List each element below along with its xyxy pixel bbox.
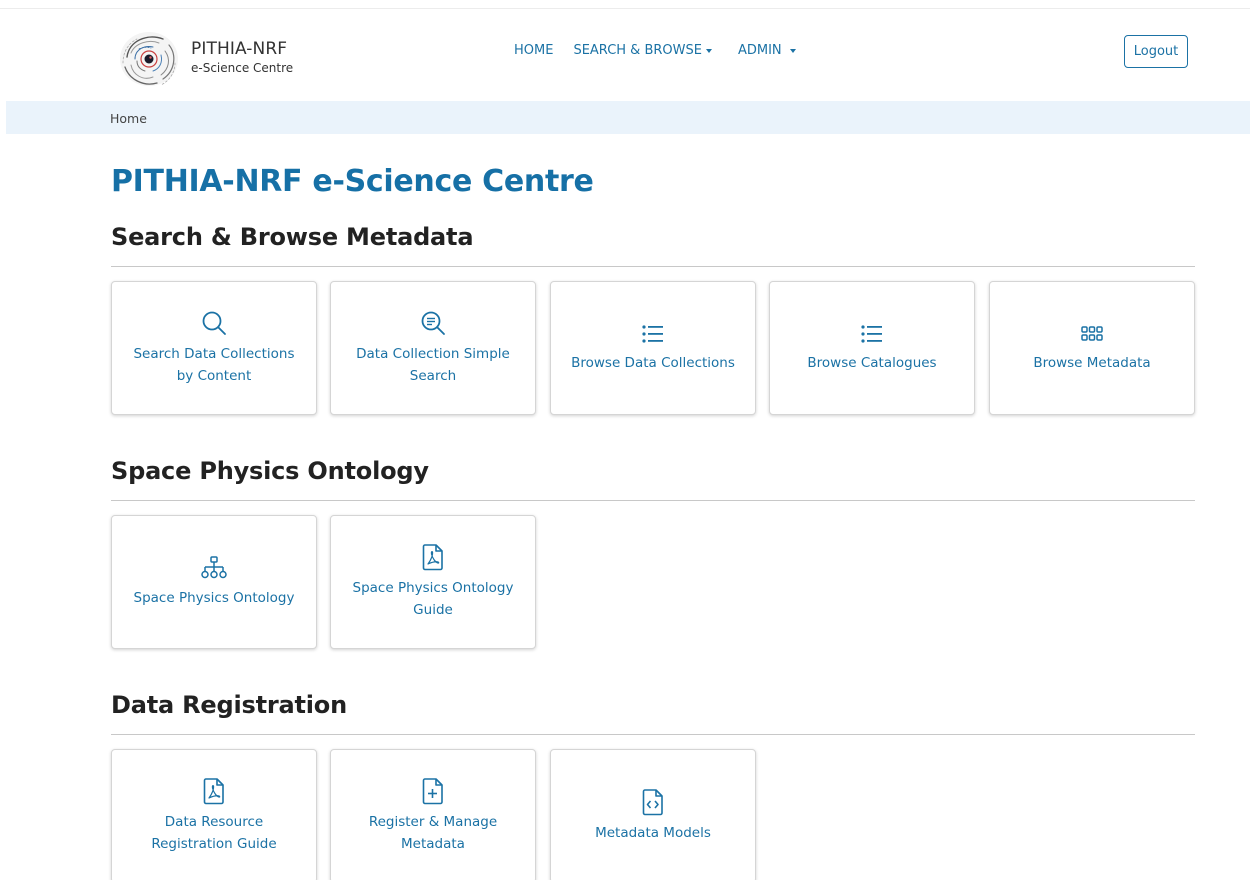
section-heading-search-browse: Search & Browse Metadata [111,223,474,251]
brand-subtitle[interactable]: e-Science Centre [191,61,293,75]
section-divider [111,500,1195,501]
card-label: Space Physics Ontology Guide [352,580,514,618]
breadcrumb: Home [6,101,1250,134]
pithia-logo[interactable] [117,29,185,89]
section-divider [111,266,1195,267]
card-label: Browse Catalogues [807,355,937,371]
card-simple-search[interactable]: Data Collection Simple Search [330,281,536,415]
nav-search-browse-dropdown[interactable]: SEARCH & BROWSE [573,43,712,58]
breadcrumb-home: Home [110,111,147,126]
nav-admin-label: ADMIN [737,43,782,58]
card-label: Browse Metadata [1033,355,1151,371]
card-label: Browse Data Collections [571,355,735,371]
navbar: PITHIA-NRF e-Science Centre HOME SEARCH … [0,9,1250,101]
pdf-file-icon [202,777,226,805]
nav-search-browse-label: SEARCH & BROWSE [573,43,702,58]
caret-down-icon [789,48,796,53]
section-heading-data-registration: Data Registration [111,691,347,719]
nav-home[interactable]: HOME [514,43,553,58]
card-label: Data Collection Simple Search [356,346,510,384]
card-browse-metadata[interactable]: Browse Metadata [989,281,1195,415]
list-icon [640,322,666,346]
card-metadata-models[interactable]: Metadata Models [550,749,756,880]
card-registration-guide[interactable]: Data Resource Registration Guide [111,749,317,880]
section-heading-ontology: Space Physics Ontology [111,457,429,485]
card-browse-data-collections[interactable]: Browse Data Collections [550,281,756,415]
grid-icon [1080,322,1104,346]
nav-admin-dropdown[interactable]: ADMIN [738,43,796,58]
card-browse-catalogues[interactable]: Browse Catalogues [769,281,975,415]
card-label: Register & Manage Metadata [368,814,498,852]
hierarchy-icon [200,555,228,581]
nav-home-label: HOME [514,43,554,58]
section-divider [111,734,1195,735]
search-icon [200,309,228,337]
brand-name[interactable]: PITHIA-NRF [191,39,287,59]
card-search-by-content[interactable]: Search Data Collections by Content [111,281,317,415]
card-label: Metadata Models [595,825,711,841]
main-nav: HOME SEARCH & BROWSE ADMIN [514,43,816,58]
search-text-icon [419,309,447,337]
card-label: Search Data Collections by Content [133,346,295,384]
file-code-icon [641,788,665,816]
card-label: Data Resource Registration Guide [151,814,277,852]
file-plus-icon [421,777,445,805]
card-register-manage-metadata[interactable]: Register & Manage Metadata [330,749,536,880]
pdf-file-icon [421,543,445,571]
card-label: Space Physics Ontology [133,590,295,606]
card-space-physics-ontology[interactable]: Space Physics Ontology [111,515,317,649]
logout-button[interactable]: Logout [1124,35,1188,68]
caret-down-icon [705,48,712,53]
list-icon [859,322,885,346]
card-ontology-guide[interactable]: Space Physics Ontology Guide [330,515,536,649]
page-title: PITHIA-NRF e-Science Centre [111,164,594,199]
